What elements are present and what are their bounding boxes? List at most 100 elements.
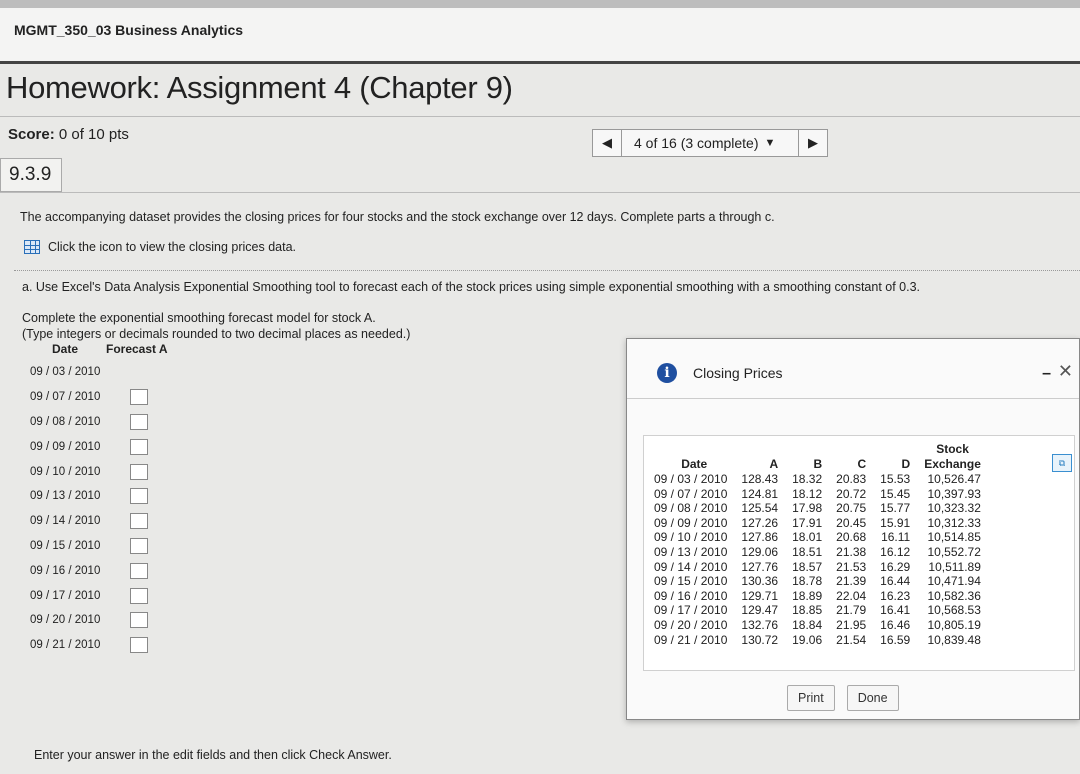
prices-cell-value: 18.51: [792, 544, 823, 559]
prices-cell-value: 16.11: [881, 530, 911, 545]
prices-cell-value: 21.38: [836, 544, 867, 559]
prices-cell-value: 129.06: [741, 544, 779, 559]
prices-cell-value: 18.57: [792, 559, 823, 574]
prices-cell-value: 128.43: [741, 472, 779, 486]
prices-cell-value: 10,526.47: [927, 472, 981, 486]
view-data-link[interactable]: Click the icon to view the closing price…: [24, 240, 296, 254]
prices-row: 09 / 16 / 2010 129.71 18.89 22.04 16.23 10,58…: [654, 589, 988, 604]
prices-cell-date: 09 / 21 / 2010: [654, 632, 728, 647]
prices-row: 09 / 09 / 2010 127.26 17.91 20.45 15.91 10,31…: [654, 516, 988, 531]
forecast-input-field[interactable]: [130, 587, 148, 604]
prices-cell-value: 16.29: [880, 559, 911, 574]
prices-cell-value: 18.84: [792, 617, 823, 632]
prices-row: 09 / 20 / 2010 132.76 18.84 21.95 16.46 10,80…: [654, 618, 988, 633]
answer-row: 09 / 07 / 2010: [26, 385, 168, 410]
prices-cell-value: 18.89: [792, 588, 823, 603]
arrow-right-icon: ▶: [808, 135, 818, 150]
prices-col-a: A: [769, 457, 779, 471]
prices-row: 09 / 15 / 2010 130.36 18.78 21.39 16.44 10,47…: [654, 574, 988, 589]
answer-row-date: 09 / 08 / 2010: [30, 415, 101, 428]
prices-cell-value: 129.71: [741, 588, 779, 603]
question-position-text: 4 of 16 (3 complete): [634, 135, 759, 151]
answer-row-date: 09 / 10 / 2010: [30, 465, 101, 478]
forecast-input-field[interactable]: [130, 389, 148, 406]
prices-cell-value: 18.12: [792, 486, 823, 501]
score-label: Score:: [8, 126, 55, 143]
forecast-input-field[interactable]: [130, 513, 148, 530]
answer-row: 09 / 08 / 2010: [26, 410, 168, 435]
footer-instruction: Enter your answer in the edit fields and…: [34, 748, 392, 762]
prices-cell-value: 18.32: [792, 472, 823, 486]
dialog-header: i Closing Prices – ✕: [627, 339, 1079, 399]
divider: [14, 270, 1080, 271]
prices-cell-value: 20.75: [836, 501, 867, 516]
prices-col-c: C: [857, 457, 867, 471]
forecast-input-field[interactable]: [130, 562, 148, 579]
score-display: Score: 0 of 10 pts: [8, 126, 129, 143]
prices-cell-value: 17.91: [792, 515, 823, 530]
view-data-link-text[interactable]: Click the icon to view the closing price…: [48, 240, 296, 254]
answer-row: 09 / 10 / 2010: [26, 459, 168, 484]
question-number: 9.3.9: [0, 158, 62, 192]
answer-row: 09 / 15 / 2010: [26, 534, 168, 559]
previous-question-button[interactable]: ◀: [592, 129, 622, 157]
prices-cell-value: 125.54: [741, 501, 779, 516]
prices-col-d: D: [901, 457, 911, 471]
closing-prices-dialog: i Closing Prices – ✕ ⧉ Date A B C D Stoc…: [626, 338, 1080, 720]
prices-cell-value: 129.47: [741, 603, 779, 618]
prices-cell-value: 10,323.32: [927, 501, 981, 516]
prices-cell-date: 09 / 17 / 2010: [654, 603, 728, 618]
prices-cell-value: 19.06: [792, 632, 823, 647]
prices-cell-date: 09 / 07 / 2010: [654, 486, 728, 501]
forecast-input-field[interactable]: [130, 438, 148, 455]
closing-prices-panel: ⧉ Date A B C D Stock Exchange 09 / 03 / …: [643, 435, 1075, 671]
forecast-input-field[interactable]: [130, 463, 148, 480]
prices-cell-value: 16.59: [880, 632, 911, 647]
forecast-column-header: Forecast A: [106, 342, 168, 356]
prices-cell-value: 130.36: [741, 574, 779, 589]
chevron-down-icon: ▼: [764, 137, 776, 149]
prices-cell-value: 16.46: [880, 617, 911, 632]
forecast-input-field[interactable]: [130, 537, 148, 554]
prices-cell-value: 21.54: [836, 632, 867, 647]
answer-row: 09 / 03 / 2010: [26, 360, 168, 385]
done-button[interactable]: Done: [846, 685, 899, 711]
answer-row: 09 / 16 / 2010: [26, 558, 168, 583]
answer-row-date: 09 / 21 / 2010: [30, 639, 101, 652]
answer-row: 09 / 21 / 2010: [26, 633, 168, 658]
prices-cell-date: 09 / 08 / 2010: [654, 501, 728, 516]
copy-to-clipboard-icon[interactable]: ⧉: [1052, 454, 1072, 472]
prices-cell-date: 09 / 10 / 2010: [654, 530, 728, 545]
answer-row: 09 / 20 / 2010: [26, 608, 168, 633]
prices-cell-value: 22.04: [836, 588, 867, 603]
answer-row-date: 09 / 15 / 2010: [30, 539, 101, 552]
prices-cell-value: 127.76: [741, 559, 779, 574]
prices-cell-value: 10,397.93: [927, 486, 981, 501]
prices-row: 09 / 07 / 2010 124.81 18.12 20.72 15.45 10,39…: [654, 487, 988, 502]
minimize-button[interactable]: –: [1042, 365, 1051, 383]
prices-cell-value: 127.86: [741, 530, 779, 545]
next-question-button[interactable]: ▶: [798, 129, 828, 157]
instruction-line-1: Complete the exponential smoothing forec…: [22, 311, 376, 325]
forecast-input-field[interactable]: [130, 413, 148, 430]
prices-cell-value: 21.39: [836, 574, 867, 589]
question-position-dropdown[interactable]: 4 of 16 (3 complete) ▼: [622, 129, 798, 157]
prices-cell-value: 20.72: [836, 486, 867, 501]
prices-cell-date: 09 / 09 / 2010: [654, 515, 728, 530]
course-title: MGMT_350_03 Business Analytics: [14, 22, 244, 38]
answer-table-header: Date Forecast A: [26, 342, 168, 360]
print-button[interactable]: Print: [787, 685, 835, 711]
prices-cell-value: 10,552.72: [927, 544, 981, 559]
prices-cell-value: 20.45: [836, 515, 867, 530]
score-value: 0 of 10 pts: [58, 126, 129, 143]
prices-row: 09 / 14 / 2010 127.76 18.57 21.53 16.29 10,51…: [654, 560, 988, 575]
info-icon: i: [657, 363, 677, 383]
close-button[interactable]: ✕: [1058, 361, 1073, 382]
data-table-icon[interactable]: [24, 240, 40, 254]
forecast-input-field[interactable]: [130, 637, 148, 654]
prices-cell-value: 16.12: [880, 544, 911, 559]
forecast-input-field[interactable]: [130, 488, 148, 505]
prices-header-row: Date A B C D Stock Exchange: [654, 442, 988, 472]
forecast-input-field[interactable]: [130, 612, 148, 629]
prices-col-b: B: [813, 457, 823, 471]
